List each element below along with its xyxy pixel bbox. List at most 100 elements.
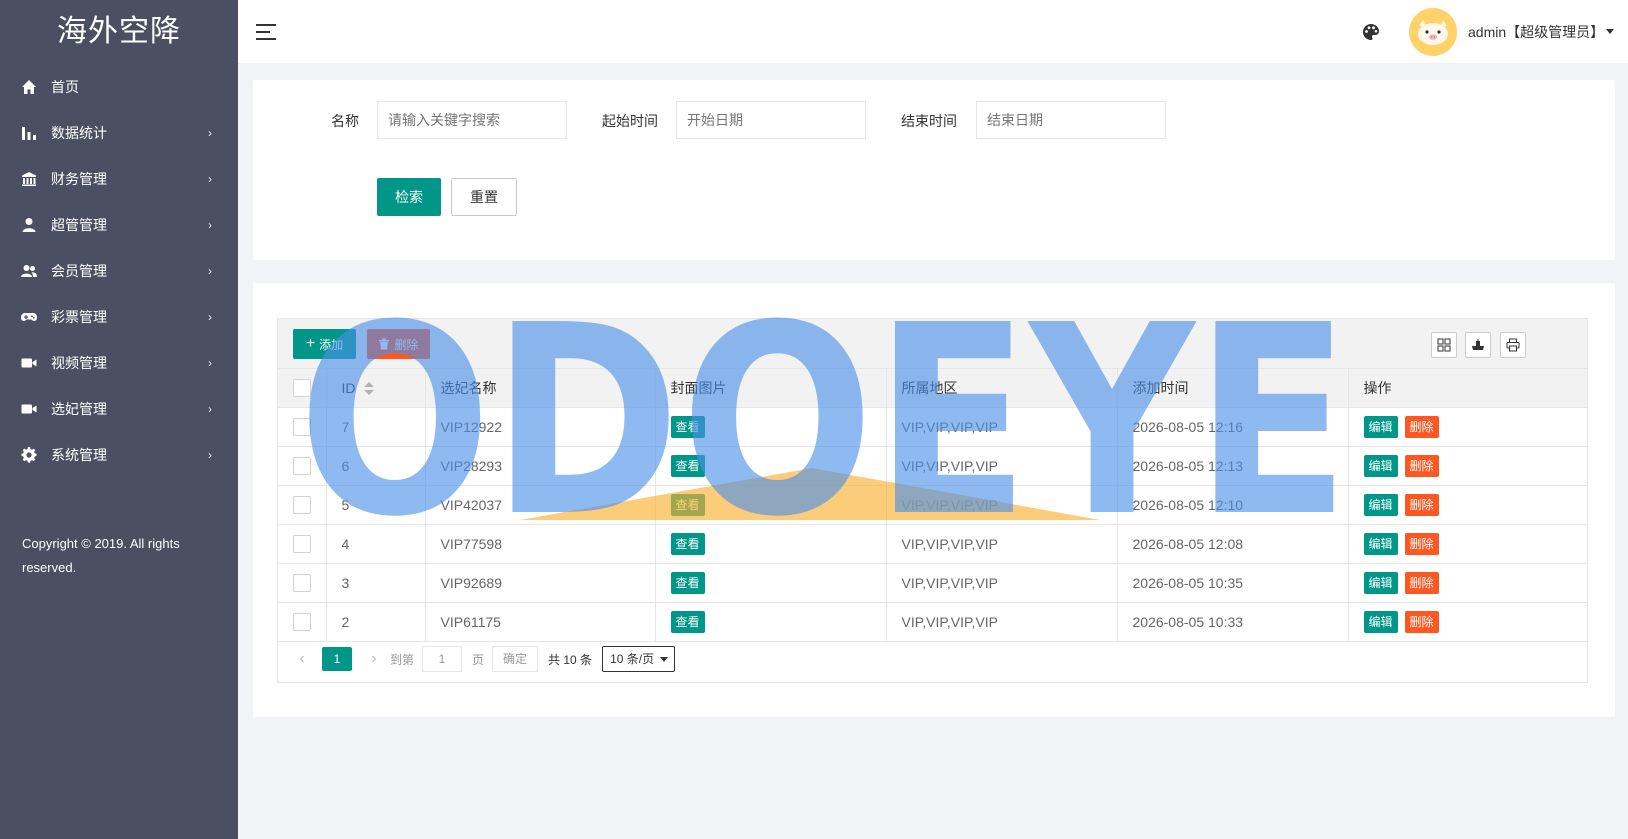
trash-icon (378, 338, 390, 350)
sidebar-item-admin[interactable]: 超管管理 › (0, 202, 238, 248)
table-row: 4 VIP77598 查看 VIP,VIP,VIP,VIP 2026-08-05 12:… (278, 524, 1587, 564)
cell-cover: 查看 (655, 524, 887, 564)
cell-name: VIP12922 (425, 407, 656, 447)
column-header-name: 选妃名称 (425, 369, 656, 408)
delete-row-button[interactable]: 删除 (1404, 610, 1439, 633)
prev-page-icon[interactable]: ‹ (292, 650, 312, 668)
cell-time: 2026-08-05 12:16 (1117, 407, 1349, 447)
column-header-id[interactable]: ID (326, 369, 426, 408)
chevron-right-icon: › (208, 356, 212, 370)
user-icon (20, 216, 38, 234)
cell-cover: 查看 (655, 485, 887, 525)
row-checkbox[interactable] (293, 534, 311, 553)
chevron-right-icon: › (208, 126, 212, 140)
export-icon[interactable] (1465, 332, 1491, 358)
sidebar-item-video[interactable]: 视频管理 › (0, 340, 238, 386)
menu-toggle-icon[interactable] (256, 24, 276, 40)
goto-confirm-button[interactable]: 确定 (492, 646, 539, 672)
view-cover-button[interactable]: 查看 (670, 415, 705, 438)
sidebar-item-system[interactable]: 系统管理 › (0, 432, 238, 478)
delete-row-button[interactable]: 删除 (1404, 454, 1439, 477)
view-cover-button[interactable]: 查看 (670, 493, 705, 516)
chevron-right-icon: › (208, 310, 212, 324)
column-header-cover: 封面图片 (655, 369, 887, 408)
sidebar-item-lottery[interactable]: 彩票管理 › (0, 294, 238, 340)
sidebar-item-concubine[interactable]: 选妃管理 › (0, 386, 238, 432)
edit-button[interactable]: 编辑 (1363, 493, 1398, 516)
current-page-button[interactable]: 1 (322, 647, 352, 671)
row-checkbox[interactable] (293, 417, 311, 436)
delete-row-button[interactable]: 删除 (1404, 571, 1439, 594)
sidebar-item-label: 财务管理 (51, 171, 107, 187)
view-cover-button[interactable]: 查看 (670, 532, 705, 555)
sidebar-item-label: 数据统计 (51, 125, 107, 141)
columns-filter-icon[interactable] (1431, 332, 1457, 358)
cell-time: 2026-08-05 12:08 (1117, 524, 1349, 564)
table: ID 选妃名称 封面图片 所属地区 添加时间 操作 7 VIP12922 查看 VIP… (278, 369, 1587, 642)
row-select-cell (278, 446, 327, 486)
top-header: admin【超级管理员】 (238, 0, 1628, 64)
goto-label: 到第 (390, 652, 415, 667)
batch-delete-button[interactable]: 删除 (367, 329, 430, 359)
bar-chart-icon (20, 124, 38, 142)
cell-actions: 编辑 删除 (1348, 524, 1587, 564)
cell-region: VIP,VIP,VIP,VIP (886, 407, 1118, 447)
row-select-cell (278, 485, 327, 525)
edit-button[interactable]: 编辑 (1363, 454, 1398, 477)
chevron-right-icon: › (208, 218, 212, 232)
cell-time: 2026-08-05 10:35 (1117, 563, 1349, 603)
cell-id: 5 (326, 485, 426, 525)
palette-icon[interactable] (1361, 22, 1381, 42)
avatar[interactable] (1409, 8, 1457, 56)
add-button[interactable]: + 添加 (293, 329, 356, 359)
edit-button[interactable]: 编辑 (1363, 532, 1398, 555)
row-checkbox[interactable] (293, 573, 311, 592)
next-page-icon[interactable]: › (364, 650, 384, 668)
page-size-select[interactable]: 10 条/页 (602, 646, 676, 672)
table-row: 7 VIP12922 查看 VIP,VIP,VIP,VIP 2026-08-05 12:… (278, 407, 1587, 447)
delete-row-button[interactable]: 删除 (1404, 415, 1439, 438)
cell-name: VIP28293 (425, 446, 656, 486)
edit-button[interactable]: 编辑 (1363, 610, 1398, 633)
gear-icon (20, 446, 38, 464)
row-checkbox[interactable] (293, 612, 311, 631)
view-cover-button[interactable]: 查看 (670, 454, 705, 477)
select-all-checkbox[interactable] (293, 378, 311, 397)
reset-button[interactable]: 重置 (451, 178, 517, 216)
print-icon[interactable] (1500, 332, 1526, 358)
cell-actions: 编辑 删除 (1348, 446, 1587, 486)
cell-actions: 编辑 删除 (1348, 407, 1587, 447)
row-checkbox[interactable] (293, 456, 311, 475)
cell-cover: 查看 (655, 563, 887, 603)
delete-row-button[interactable]: 删除 (1404, 532, 1439, 555)
column-header-region: 所属地区 (886, 369, 1118, 408)
start-date-input[interactable] (676, 101, 866, 139)
sort-icon[interactable] (363, 381, 374, 396)
cell-region: VIP,VIP,VIP,VIP (886, 446, 1118, 486)
search-button[interactable]: 检索 (377, 178, 441, 216)
cell-cover: 查看 (655, 446, 887, 486)
row-checkbox[interactable] (293, 495, 311, 514)
caret-down-icon[interactable] (1606, 29, 1614, 34)
view-cover-button[interactable]: 查看 (670, 610, 705, 633)
view-cover-button[interactable]: 查看 (670, 571, 705, 594)
user-menu-label[interactable]: admin【超级管理员】 (1468, 22, 1604, 42)
goto-page-input[interactable]: 1 (422, 646, 463, 672)
edit-button[interactable]: 编辑 (1363, 415, 1398, 438)
edit-button[interactable]: 编辑 (1363, 571, 1398, 594)
end-date-input[interactable] (976, 101, 1166, 139)
sidebar-item-member[interactable]: 会员管理 › (0, 248, 238, 294)
cell-region: VIP,VIP,VIP,VIP (886, 485, 1118, 525)
sidebar-item-stats[interactable]: 数据统计 › (0, 110, 238, 156)
sidebar-item-finance[interactable]: 财务管理 › (0, 156, 238, 202)
sidebar-item-label: 会员管理 (51, 263, 107, 279)
start-time-label: 起始时间 (602, 113, 658, 129)
bank-icon (20, 170, 38, 188)
video-icon (20, 354, 38, 372)
delete-row-button[interactable]: 删除 (1404, 493, 1439, 516)
sidebar-item-home[interactable]: 首页 (0, 64, 238, 110)
cell-cover: 查看 (655, 407, 887, 447)
brand-title: 海外空降 (57, 14, 181, 49)
column-header-time: 添加时间 (1117, 369, 1349, 408)
name-search-input[interactable] (377, 101, 567, 139)
